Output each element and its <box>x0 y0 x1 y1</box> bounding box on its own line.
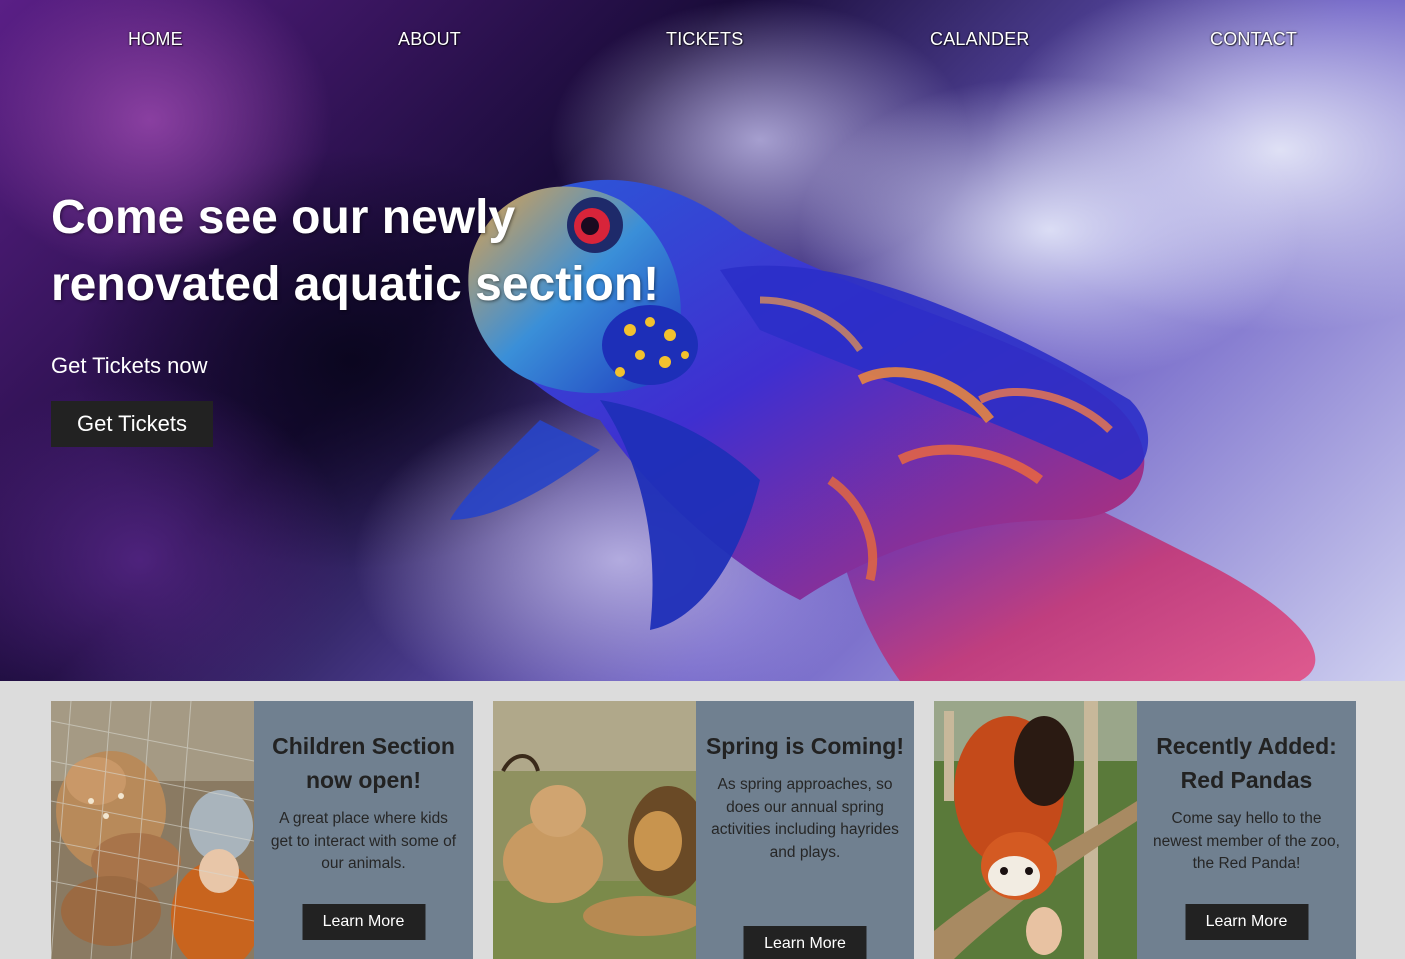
card-body: Children Section now open! A great place… <box>254 701 473 959</box>
card-title: Children Section now open! <box>272 733 455 793</box>
child-feeding-deer-photo <box>51 701 254 959</box>
nav-tickets-link[interactable]: TICKETS <box>666 29 743 50</box>
hero-section: HOME ABOUT TICKETS CALANDER CONTACT Come… <box>0 0 1405 681</box>
card-title: Spring is Coming! <box>705 733 905 759</box>
card-spring-coming: Spring is Coming! As spring approaches, … <box>493 701 914 959</box>
card-text: Come say hello to the newest member of t… <box>1153 810 1340 872</box>
card-body: Spring is Coming! As spring approaches, … <box>696 701 914 959</box>
learn-more-button[interactable]: Learn More <box>302 904 425 940</box>
nav-contact-link[interactable]: CONTACT <box>1210 29 1297 50</box>
hero-fish-image <box>450 179 1316 681</box>
card-children-section: Children Section now open! A great place… <box>51 701 473 959</box>
card-text: As spring approaches, so does our annual… <box>711 776 899 861</box>
card-body: Recently Added: Red Pandas Come say hell… <box>1137 701 1356 959</box>
lions-photo <box>493 701 696 959</box>
nav-home-link[interactable]: HOME <box>128 29 183 50</box>
card-title: Recently Added: Red Pandas <box>1156 733 1337 793</box>
get-tickets-button[interactable]: Get Tickets <box>51 401 213 447</box>
learn-more-button[interactable]: Learn More <box>1185 904 1308 940</box>
card-text: A great place where kids get to interact… <box>270 810 457 872</box>
red-panda-photo <box>934 701 1137 959</box>
hero-subtitle: Get Tickets now <box>51 353 208 378</box>
learn-more-button[interactable]: Learn More <box>743 926 867 959</box>
main-nav: HOME ABOUT TICKETS CALANDER CONTACT <box>0 0 1405 80</box>
nav-about-link[interactable]: ABOUT <box>398 29 461 50</box>
card-red-pandas: Recently Added: Red Pandas Come say hell… <box>934 701 1356 959</box>
nav-calendar-link[interactable]: CALANDER <box>930 29 1030 50</box>
hero-title: Come see our newly renovated aquatic sec… <box>51 191 660 311</box>
feature-cards-section: Children Section now open! A great place… <box>0 681 1405 959</box>
